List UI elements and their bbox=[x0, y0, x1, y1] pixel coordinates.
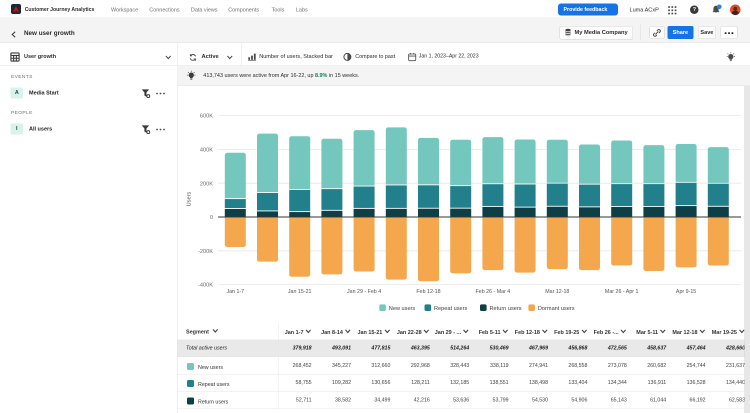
svg-text:Feb 12-18: Feb 12-18 bbox=[416, 289, 440, 295]
svg-text:Jan 15-21: Jan 15-21 bbox=[288, 289, 312, 295]
svg-text:Dormant users: Dormant users bbox=[538, 306, 575, 312]
svg-text:200K: 200K bbox=[200, 181, 213, 187]
svg-text:Apr 9-15: Apr 9-15 bbox=[676, 289, 696, 295]
svg-text:Mar 26 - Apr 1: Mar 26 - Apr 1 bbox=[605, 289, 639, 295]
svg-text:Feb 26 - Mar 4: Feb 26 - Mar 4 bbox=[476, 289, 511, 295]
svg-text:Return users: Return users bbox=[490, 306, 522, 312]
svg-text:-400K: -400K bbox=[198, 283, 213, 289]
svg-text:Jan 29 - Feb 4: Jan 29 - Feb 4 bbox=[347, 289, 381, 295]
svg-text:0: 0 bbox=[210, 215, 213, 221]
svg-text:-200K: -200K bbox=[198, 249, 213, 255]
svg-text:Jan 1-7: Jan 1-7 bbox=[226, 289, 244, 295]
svg-text:600K: 600K bbox=[200, 114, 213, 120]
svg-text:400K: 400K bbox=[200, 148, 213, 154]
svg-text:Users: Users bbox=[187, 191, 193, 206]
svg-text:Mar 12-18: Mar 12-18 bbox=[545, 289, 569, 295]
svg-text:New users: New users bbox=[389, 306, 416, 312]
svg-text:Repeat users: Repeat users bbox=[434, 306, 467, 312]
